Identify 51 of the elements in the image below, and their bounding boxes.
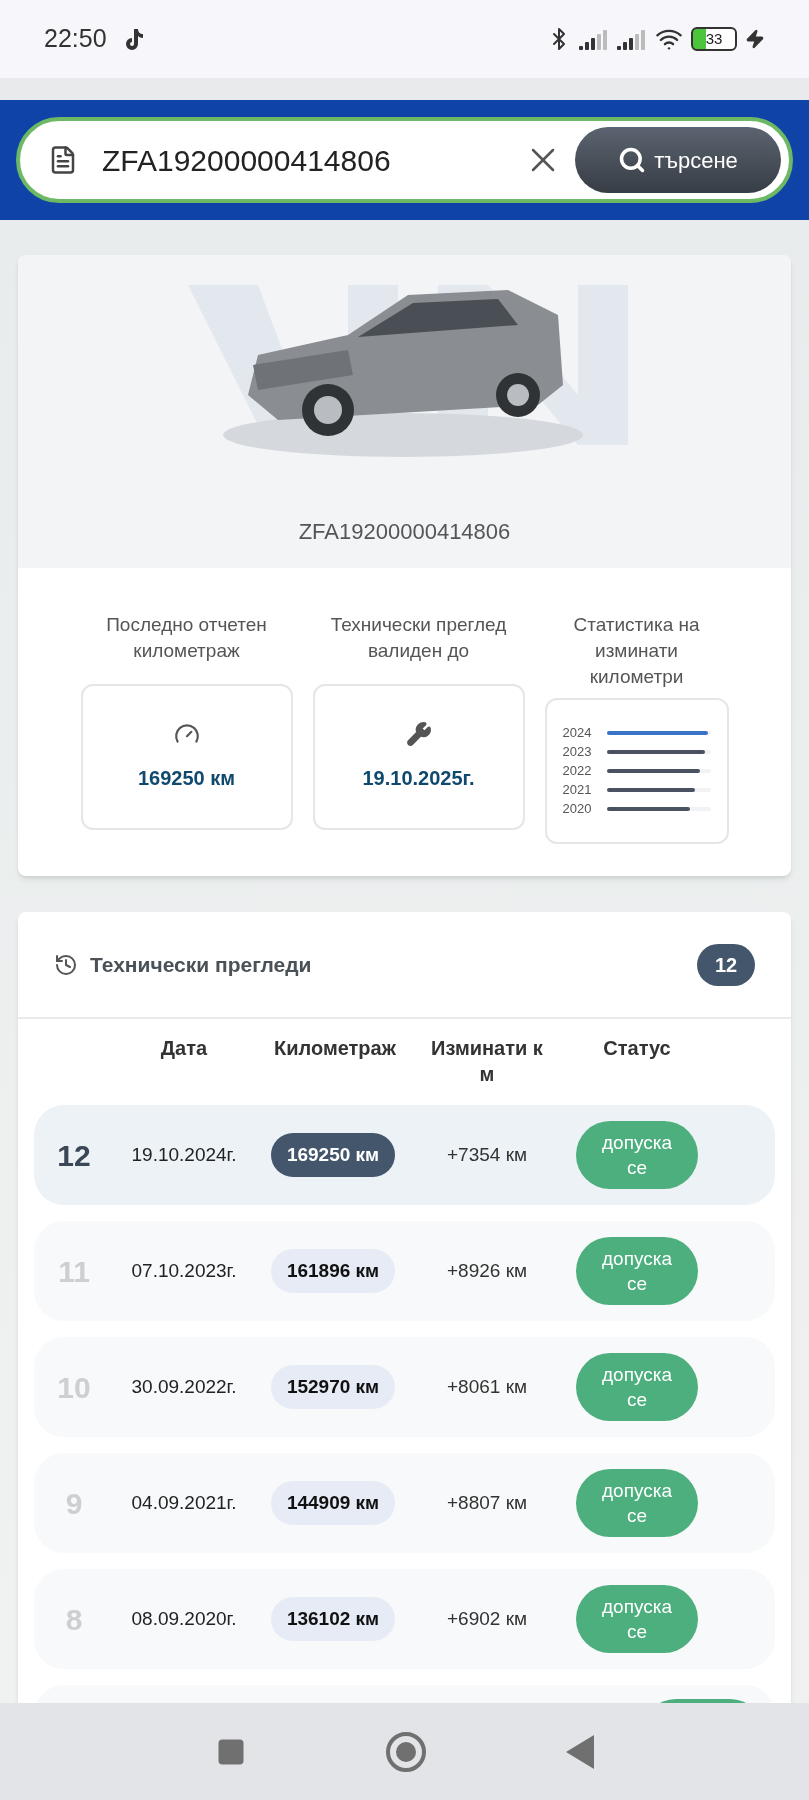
- year-label: 2022: [562, 762, 593, 781]
- history-icon: [54, 952, 78, 977]
- inspection-row[interactable]: 12 19.10.2024г. 169250 км +7354 км допуска се: [34, 1105, 775, 1205]
- stat-label: Последно отчетен километраж: [105, 613, 268, 663]
- stat-value: 169250 км: [137, 766, 236, 791]
- distance-cell-text: +6902 км: [447, 1606, 527, 1631]
- distance-cell-text: +8926 км: [447, 1258, 527, 1283]
- distance-cell-text: +8807 км: [447, 1490, 527, 1515]
- year-label: 2021: [562, 781, 593, 800]
- column-header: Изминати к м: [430, 1036, 544, 1087]
- status-badge: допуска се: [576, 1121, 698, 1189]
- vin-number: ZFA19200000414806: [298, 518, 511, 546]
- stat-label: Технически преглед валиден до: [329, 613, 508, 663]
- row-number: 12: [57, 1137, 91, 1174]
- section-title: Технически прегледи: [90, 951, 312, 978]
- charging-icon: [745, 29, 765, 49]
- signal-icon: [617, 28, 647, 50]
- status-badge: допуска се: [576, 1237, 698, 1305]
- status-badge: допуска се: [576, 1469, 698, 1537]
- stat-value: 19.10.2025г.: [362, 766, 475, 791]
- search-field[interactable]: ZFA19200000414806 търсене: [16, 117, 793, 203]
- column-header: Статус: [602, 1036, 672, 1061]
- mileage-badge: 161896 км: [270, 1248, 396, 1294]
- count-badge: 12: [697, 943, 755, 986]
- mileage-badge: 136102 км: [270, 1596, 396, 1642]
- status-badge: допуска се: [576, 1353, 698, 1421]
- mileage-badge: 144909 км: [270, 1480, 396, 1526]
- year-label: 2023: [562, 743, 593, 762]
- date-cell-text: 07.10.2023г.: [131, 1258, 237, 1283]
- distance-cell-text: +8061 км: [447, 1374, 527, 1399]
- wrench-icon: [405, 721, 432, 747]
- mileage-badge: 169250 км: [270, 1132, 396, 1178]
- mileage-badge: 152970 км: [270, 1364, 396, 1410]
- search-input[interactable]: ZFA19200000414806: [102, 137, 523, 183]
- status-badge: допуска се: [576, 1585, 698, 1653]
- column-header: Дата: [159, 1036, 209, 1061]
- stat-label: Статистика на изминати километри: [572, 613, 701, 689]
- home-icon[interactable]: [385, 1731, 426, 1772]
- year-label: 2020: [562, 800, 593, 819]
- clock: 22:50: [44, 23, 107, 55]
- signal-icon: [579, 28, 609, 50]
- date-cell-text: 08.09.2020г.: [131, 1606, 237, 1631]
- back-icon[interactable]: [565, 1734, 594, 1769]
- date-cell-text: 04.09.2021г.: [131, 1490, 237, 1515]
- battery-level: 33: [704, 28, 724, 49]
- search-button[interactable]: търсене: [575, 127, 781, 193]
- year-label: 2024: [562, 724, 593, 743]
- distance-cell-text: +7354 км: [447, 1142, 527, 1167]
- search-icon: [618, 146, 647, 174]
- date-cell-text: 30.09.2022г.: [131, 1374, 237, 1399]
- date-cell-text: 19.10.2024г.: [131, 1142, 237, 1167]
